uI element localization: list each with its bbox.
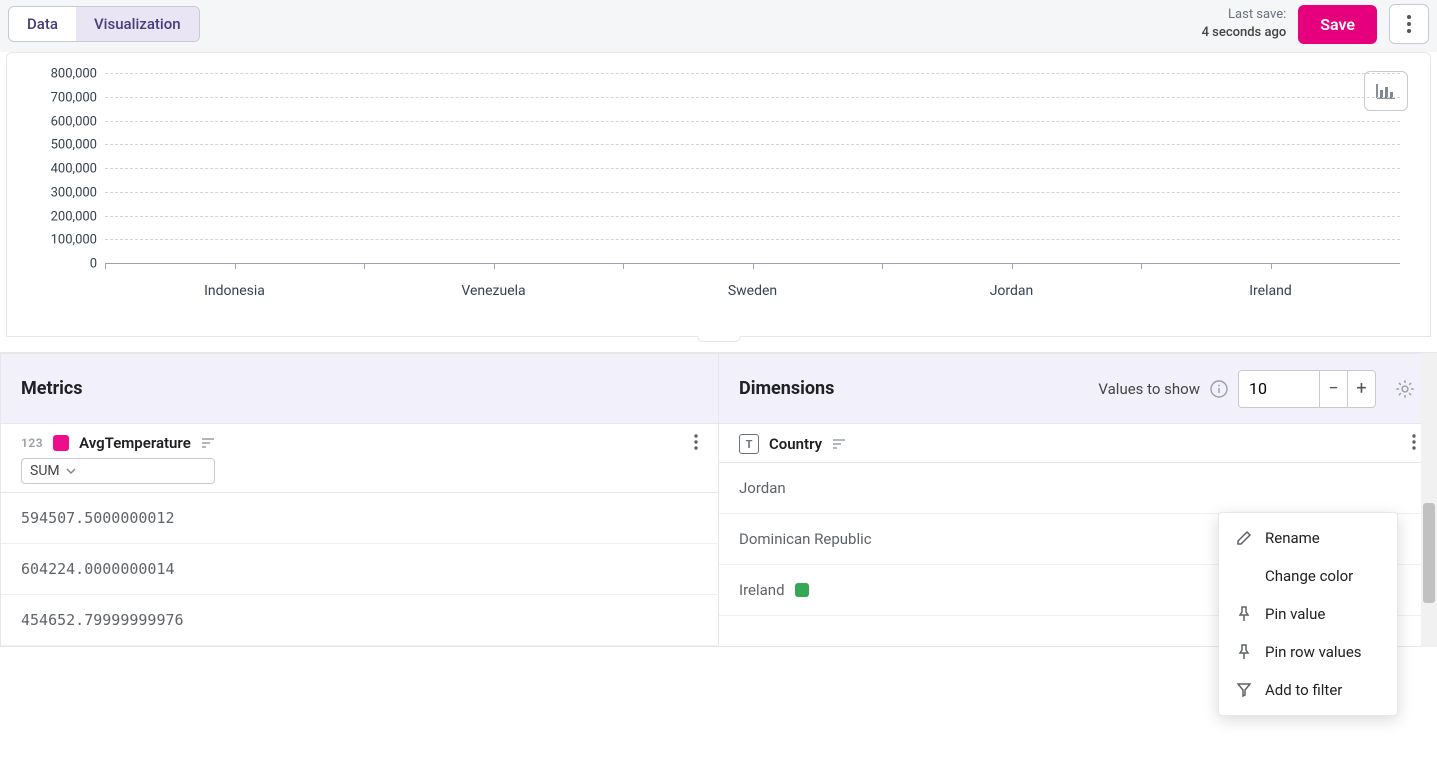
y-axis-label: 800,000 [51,67,105,82]
metric-row-menu[interactable] [694,434,698,450]
chart-bars [105,73,1400,263]
values-increment-button[interactable]: + [1347,371,1375,407]
x-axis-label: Sweden [623,283,882,299]
ctx-add-to-filter[interactable]: Add to filter [1219,671,1397,709]
save-button[interactable]: Save [1298,5,1377,44]
ctx-rename[interactable]: Rename [1219,519,1397,557]
kebab-icon [1407,15,1411,33]
y-axis-label: 300,000 [51,185,105,200]
x-tick [494,263,624,273]
values-to-show-label: Values to show [1098,380,1200,398]
values-to-show: Values to show − + [1098,370,1416,408]
dimension-value-row[interactable]: Jordan [719,463,1436,514]
x-axis-label: Jordan [882,283,1141,299]
chart-x-labels: IndonesiaVenezuelaSwedenJordanIreland [105,283,1400,299]
y-axis-label: 700,000 [51,90,105,105]
y-axis-label: 0 [90,257,105,272]
values-decrement-button[interactable]: − [1319,371,1347,407]
x-axis-label: Ireland [1141,283,1400,299]
x-tick [235,263,365,273]
y-axis-label: 100,000 [51,233,105,248]
y-axis-label: 400,000 [51,162,105,177]
x-tick [1012,263,1142,273]
scroll-thumb[interactable] [1423,503,1435,603]
ctx-change-color[interactable]: Change color [1219,557,1397,595]
pin-icon [1235,606,1253,622]
last-save-label: Last save: [1202,6,1287,24]
dimensions-title: Dimensions [739,378,834,399]
topbar: Data Visualization Last save: 4 seconds … [0,0,1437,52]
x-tick [1141,263,1271,273]
x-tick [753,263,883,273]
y-axis-label: 500,000 [51,138,105,153]
dimensions-panel: Dimensions Values to show − + [719,353,1437,647]
metric-value-row[interactable]: 454652.79999999976 [1,595,718,646]
metric-color-swatch[interactable] [53,435,69,451]
last-save: Last save: 4 seconds ago [1202,6,1287,42]
x-tick [364,263,494,273]
ctx-change-color-label: Change color [1265,567,1353,585]
tab-visualization[interactable]: Visualization [76,7,199,41]
dimension-value-label: Dominican Republic [739,530,872,548]
numeric-type-icon: 123 [21,436,43,450]
pin-icon [1235,644,1253,660]
topbar-right: Last save: 4 seconds ago Save [1202,4,1429,44]
info-icon[interactable] [1210,380,1228,398]
ctx-pin-row-values-label: Pin row values [1265,643,1362,661]
dimensions-header: Dimensions Values to show − + [719,354,1436,424]
metric-value-row[interactable]: 604224.0000000014 [1,544,718,595]
sort-icon[interactable] [832,438,846,450]
ctx-add-to-filter-label: Add to filter [1265,681,1342,699]
aggregation-select[interactable]: SUM [21,458,215,484]
dimension-context-menu: Rename Change color Pin value Pin row va… [1218,512,1398,716]
chart-x-ticks [105,263,1400,273]
metric-field-name: AvgTemperature [79,434,191,452]
ctx-pin-row-values[interactable]: Pin row values [1219,633,1397,671]
metric-rows: 594507.5000000012604224.0000000014454652… [1,493,718,646]
dimensions-settings-button[interactable] [1394,378,1416,400]
values-to-show-input-wrap: − + [1238,370,1376,408]
pencil-icon [1235,530,1253,546]
more-actions-button[interactable] [1389,4,1429,44]
vertical-scrollbar[interactable] [1421,353,1437,647]
x-axis-label: Indonesia [105,283,364,299]
metric-value-row[interactable]: 594507.5000000012 [1,493,718,544]
dimension-value-label: Jordan [739,479,786,497]
sort-icon[interactable] [201,437,215,449]
view-tabs: Data Visualization [8,6,200,42]
metrics-panel: Metrics 123 AvgTemperature SUM [0,353,719,647]
metrics-header: Metrics [1,354,718,424]
y-axis-label: 200,000 [51,209,105,224]
resize-handle[interactable] [697,336,741,342]
ctx-pin-value[interactable]: Pin value [1219,595,1397,633]
values-to-show-input[interactable] [1239,371,1319,407]
ctx-pin-value-label: Pin value [1265,605,1325,623]
aggregation-value: SUM [30,463,60,479]
chart-area: 0100,000200,000300,000400,000500,000600,… [105,73,1400,318]
x-tick [1271,263,1401,273]
ctx-rename-label: Rename [1265,529,1320,547]
x-tick [105,263,235,273]
x-axis-label: Venezuela [364,283,623,299]
metric-field-row: 123 AvgTemperature SUM [1,424,718,493]
gear-icon [1394,378,1416,400]
dimension-row-menu[interactable] [1412,434,1416,450]
chart-card: 0 100,000 200,000 300,000 400,000 500,000 600,… [6,52,1431,337]
dimension-field-name: Country [769,435,822,453]
y-axis-label: 600,000 [51,114,105,129]
x-tick [623,263,753,273]
x-tick [882,263,1012,273]
text-type-icon: T [739,434,759,454]
kebab-icon [694,434,698,450]
kebab-icon [1412,434,1416,450]
filter-icon [1235,683,1253,697]
last-save-value: 4 seconds ago [1202,24,1287,42]
dimension-color-swatch [795,583,809,597]
lower-panels: Metrics 123 AvgTemperature SUM [0,352,1437,647]
tab-data[interactable]: Data [9,7,76,41]
chevron-down-icon [66,468,76,474]
metrics-title: Metrics [21,378,83,399]
dimension-field-row: T Country [719,424,1436,463]
dimension-value-label: Ireland [739,581,785,599]
